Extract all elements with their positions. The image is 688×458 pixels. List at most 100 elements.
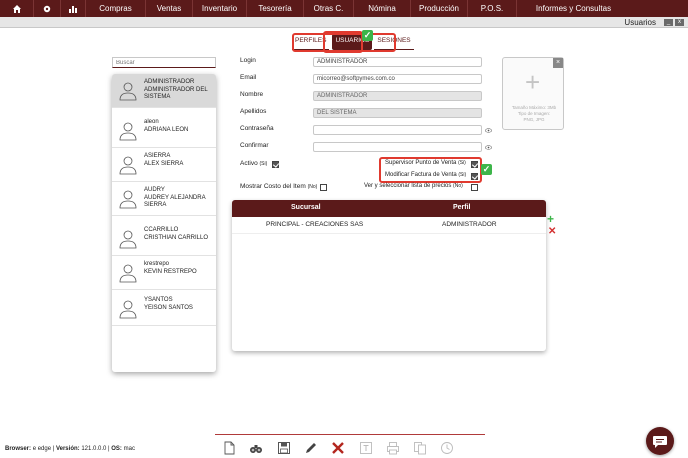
image-caption: Tamaño Máximo: 3Mb Tipo de Imagen: PNG, … xyxy=(511,105,557,122)
user-name-cont: SIERRA xyxy=(144,202,167,208)
browser-info: Browser: e edge | Versión: 121.0.0.0 | O… xyxy=(5,446,135,452)
user-name: AUDREY ALEJANDRA xyxy=(144,194,206,201)
user-avatar-icon xyxy=(119,156,137,175)
user-login: AUDRY xyxy=(144,187,165,193)
check-icon: ✓ xyxy=(362,30,373,41)
close-window-button[interactable]: x xyxy=(675,19,684,26)
user-login: ASIERRA xyxy=(144,153,171,159)
nombre-label: Nombre xyxy=(240,91,264,98)
table-header: Sucursal Perfil xyxy=(232,200,546,217)
search-binoculars-icon[interactable] xyxy=(249,441,263,455)
col-sucursal: Sucursal xyxy=(291,204,321,211)
edge-icon: e xyxy=(32,446,37,452)
ver-precios-label: Ver y seleccionar lista de precios (No) xyxy=(364,183,463,189)
list-item[interactable]: aleon ADRIANA LEON xyxy=(112,114,216,148)
user-name: ALEX SIERRA xyxy=(144,160,184,167)
print-icon[interactable] xyxy=(386,441,400,455)
user-avatar-icon xyxy=(119,122,137,141)
confirm-label: Confirmar xyxy=(240,142,269,149)
chat-button[interactable] xyxy=(646,427,674,455)
window-title: Usuarios xyxy=(624,18,656,27)
ver-precios-checkbox[interactable] xyxy=(471,184,478,191)
col-perfil: Perfil xyxy=(453,204,471,211)
bar-chart-icon[interactable] xyxy=(61,0,86,17)
login-label: Login xyxy=(240,57,256,64)
list-item[interactable]: ADMINISTRADOR ADMINISTRADOR DEL SISTEMA xyxy=(112,74,216,108)
check-icon: ✓ xyxy=(481,164,492,175)
sucursal-table: Sucursal Perfil PRINCIPAL - CREACIONES S… xyxy=(232,200,546,351)
cell-sucursal: PRINCIPAL - CREACIONES SAS xyxy=(266,221,364,228)
apellidos-label: Apellidos xyxy=(240,108,267,115)
activo-checkbox[interactable] xyxy=(272,161,279,168)
main-menu-bar: Compras Ventas Inventario Tesorería Otra… xyxy=(0,0,688,17)
nombre-field: ADMINISTRADOR xyxy=(313,91,482,101)
add-row-icon[interactable]: + xyxy=(547,213,554,225)
user-avatar-icon xyxy=(119,190,137,209)
user-login: aleon xyxy=(144,119,159,125)
highlight-tab-usuarios xyxy=(323,31,363,53)
highlight-permissions xyxy=(379,157,482,183)
menu-otras[interactable]: Otras C. xyxy=(304,0,354,17)
home-icon[interactable] xyxy=(0,0,34,17)
password-field[interactable] xyxy=(313,125,482,135)
user-avatar-icon xyxy=(119,82,137,101)
new-icon[interactable] xyxy=(222,441,236,455)
save-icon[interactable] xyxy=(277,441,291,455)
list-item[interactable]: AUDRY AUDREY ALEJANDRA SIERRA xyxy=(112,182,216,216)
window-title-bar: Usuarios _ x xyxy=(0,17,688,28)
chat-icon xyxy=(653,436,667,448)
menu-compras[interactable]: Compras xyxy=(86,0,146,17)
show-confirm-eye-icon[interactable] xyxy=(485,145,492,150)
user-name: ADRIANA LEON xyxy=(144,126,189,133)
user-name: ADMINISTRADOR DEL xyxy=(144,86,208,93)
user-avatar-icon xyxy=(119,300,137,319)
menu-informes[interactable]: Informes y Consultas xyxy=(517,0,630,17)
show-password-eye-icon[interactable] xyxy=(485,128,492,133)
menu-pos[interactable]: P.O.S. xyxy=(468,0,517,17)
user-avatar-icon xyxy=(119,230,137,249)
gear-icon[interactable] xyxy=(34,0,61,17)
user-login: krestrepo xyxy=(144,261,170,267)
user-name-cont: SISTEMA xyxy=(144,94,171,100)
user-name: CRISTHIAN CARRILLO xyxy=(144,234,209,241)
image-upload-box[interactable]: + Tamaño Máximo: 3Mb Tipo de Imagen: PNG… xyxy=(502,57,564,130)
menu-ventas[interactable]: Ventas xyxy=(146,0,193,17)
add-image-icon: + xyxy=(525,67,541,97)
text-icon[interactable] xyxy=(359,441,373,455)
delete-icon[interactable] xyxy=(331,441,345,455)
menu-tesoreria[interactable]: Tesorería xyxy=(247,0,304,17)
list-item[interactable]: ASIERRA ALEX SIERRA xyxy=(112,148,216,182)
email-field[interactable]: micorreo@softpymes.com.co xyxy=(313,74,482,84)
list-item[interactable]: krestrepo KEVIN RESTREPO xyxy=(112,256,216,290)
email-label: Email xyxy=(240,74,257,81)
remove-image-icon[interactable]: × xyxy=(553,58,563,68)
apellidos-field: DEL SISTEMA xyxy=(313,108,482,118)
user-name: YEISON SANTOS xyxy=(144,304,193,311)
mostrar-costo-label: Mostrar Costo del Item (No) xyxy=(240,183,318,190)
menu-inventario[interactable]: Inventario xyxy=(193,0,247,17)
menu-produccion[interactable]: Producción xyxy=(411,0,468,17)
minimize-button[interactable]: _ xyxy=(664,19,673,26)
list-item[interactable]: YSANTOS YEISON SANTOS xyxy=(112,292,216,326)
confirm-password-field[interactable] xyxy=(313,142,482,152)
copy-icon[interactable] xyxy=(413,441,427,455)
login-field[interactable]: ADMINISTRADOR xyxy=(313,57,482,67)
cell-perfil: ADMINISTRADOR xyxy=(442,221,497,228)
delete-row-icon[interactable]: ✕ xyxy=(548,227,556,237)
menu-nomina[interactable]: Nómina xyxy=(354,0,411,17)
user-login: ADMINISTRADOR xyxy=(144,79,195,85)
toolbar-divider xyxy=(215,434,485,435)
user-list: ADMINISTRADOR ADMINISTRADOR DEL SISTEMA al… xyxy=(112,74,216,372)
user-name: KEVIN RESTREPO xyxy=(144,268,197,275)
password-label: Contraseña xyxy=(240,125,274,132)
list-item[interactable]: CCARRILLO CRISTHIAN CARRILLO xyxy=(112,222,216,256)
activo-label: Activo (Si) xyxy=(240,160,268,167)
history-icon[interactable] xyxy=(440,441,454,455)
user-login: CCARRILLO xyxy=(144,227,179,233)
edit-icon[interactable] xyxy=(304,441,318,455)
search-input[interactable] xyxy=(112,57,216,68)
user-login: YSANTOS xyxy=(144,297,173,303)
user-avatar-icon xyxy=(119,264,137,283)
mostrar-costo-checkbox[interactable] xyxy=(320,184,327,191)
table-row[interactable]: PRINCIPAL - CREACIONES SAS ADMINISTRADOR xyxy=(232,217,546,234)
